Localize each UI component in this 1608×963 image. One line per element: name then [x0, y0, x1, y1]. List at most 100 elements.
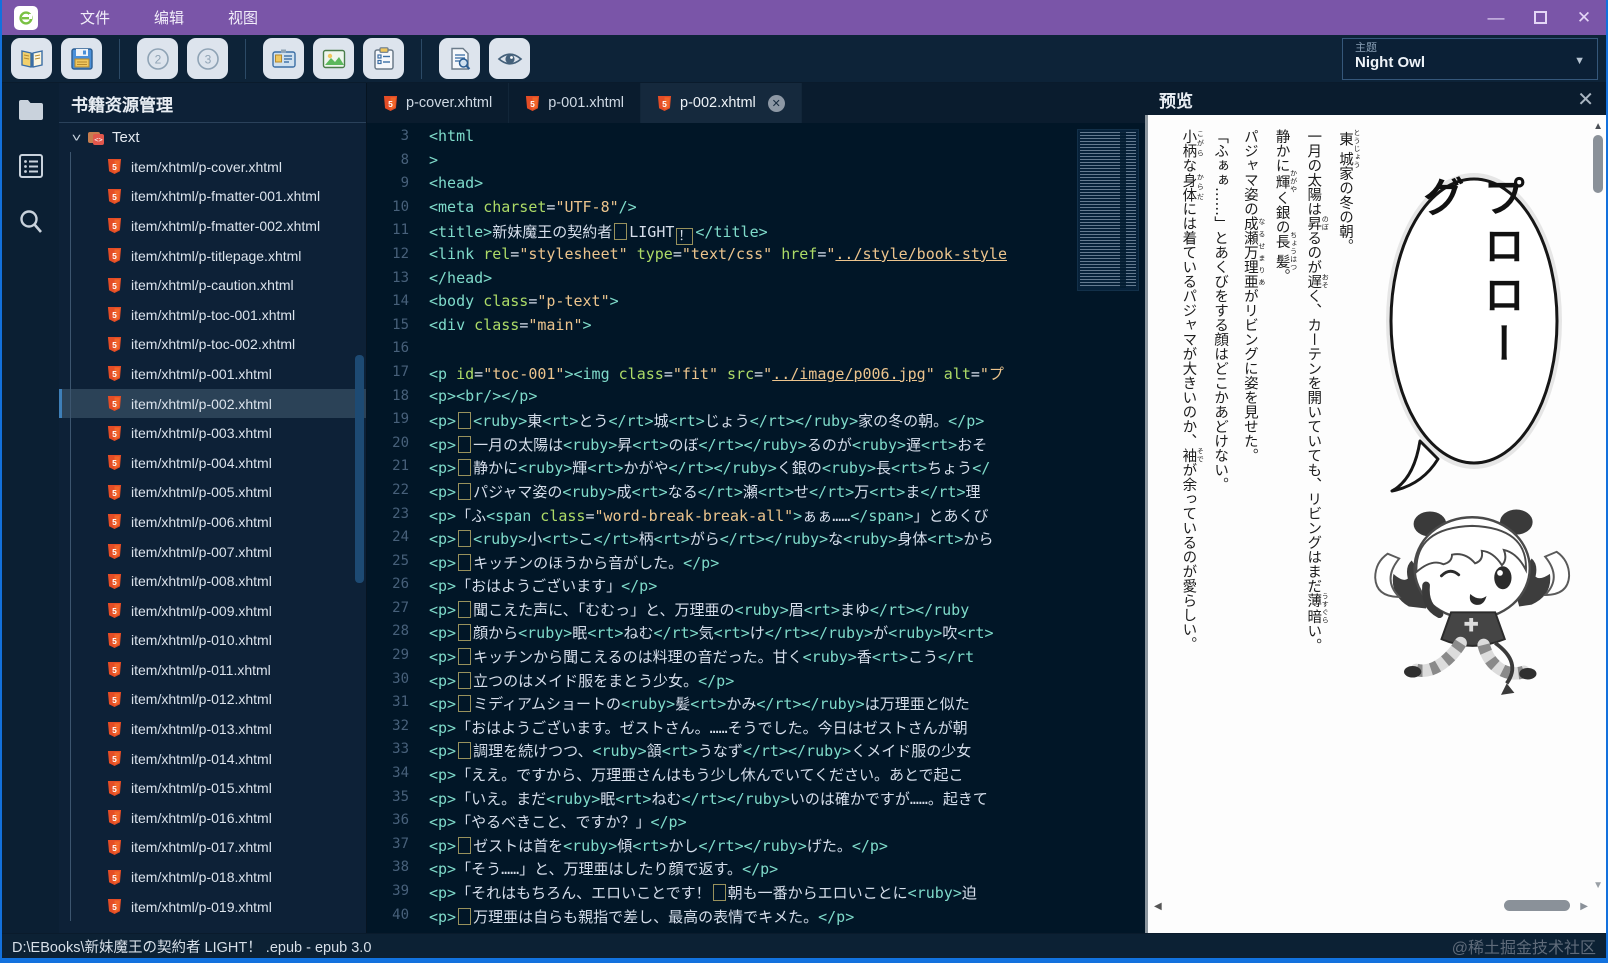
scroll-down-icon[interactable]: ▼ [1593, 880, 1603, 891]
insert-image-button[interactable] [313, 38, 354, 79]
maximize-button[interactable] [1518, 0, 1562, 35]
code-line[interactable]: 23 <p>「ふ<span class="word-break-break-all… [367, 505, 1145, 529]
tree-item[interactable]: 5 item/xhtml/p-019.xhtml [59, 892, 366, 922]
tree-item[interactable]: 5 item/xhtml/p-006.xhtml [59, 507, 366, 537]
tree-item[interactable]: 5 item/xhtml/p-007.xhtml [59, 537, 366, 567]
code-area[interactable]: 3 <html 8 >9 <head> 10 <meta charset="UTF-8"/>… [367, 123, 1145, 933]
line-number: 37 [392, 835, 409, 852]
code-line[interactable]: 21 <p> 静かに<ruby>輝<rt>かがや</rt></ruby>く銀の<ru… [367, 457, 1145, 481]
code-line[interactable]: 22 <p> パジャマ姿の<ruby>成<rt>なる</rt>瀬<rt>せ</rt>… [367, 481, 1145, 505]
code-text: <p id="toc-001"><img class="fit" src="..… [429, 363, 1145, 387]
tree-item[interactable]: 5 item/xhtml/p-003.xhtml [59, 418, 366, 448]
code-line[interactable]: 14 <body class="p-text"> [367, 292, 1145, 316]
tree-item[interactable]: 5 item/xhtml/p-titlepage.xhtml [59, 241, 366, 271]
tree-item[interactable]: 5 item/xhtml/p-011.xhtml [59, 655, 366, 685]
code-line[interactable]: 36 <p>「やるべきこと、ですか？」</p> [367, 811, 1145, 835]
code-line[interactable]: 10 <meta charset="UTF-8"/> [367, 198, 1145, 222]
tree-item[interactable]: 5 item/xhtml/p-008.xhtml [59, 566, 366, 596]
validate-document-button[interactable] [439, 38, 480, 79]
preview-hscrollbar[interactable] [1504, 900, 1570, 911]
metadata-list-icon[interactable] [16, 151, 46, 181]
tab-p-001[interactable]: 5 p-001.xhtml [509, 83, 641, 123]
code-line[interactable]: 39 <p>「それはもちろん、エロいことです！ 朝も一番からエロいことに<ruby>… [367, 882, 1145, 906]
code-line[interactable]: 30 <p> 立つのはメイド服をまとう少女。</p> [367, 670, 1145, 694]
tree-scrollbar[interactable] [355, 355, 364, 583]
code-line[interactable]: 35 <p>「いえ。まだ<ruby>眠<rt>ねむ</rt></ruby>いのは確… [367, 788, 1145, 812]
tree-item[interactable]: 5 item/xhtml/p-cover.xhtml [59, 152, 366, 182]
theme-selector[interactable]: 主题 Night Owl ▼ [1342, 38, 1598, 80]
code-line[interactable]: 9 <head> [367, 174, 1145, 198]
scroll-up-icon[interactable]: ▲ [1593, 121, 1603, 132]
code-line[interactable]: 3 <html [367, 127, 1145, 151]
code-line[interactable]: 24 <p> <ruby>小<rt>こ</rt>柄<rt>がら</rt></ruby… [367, 528, 1145, 552]
code-line[interactable]: 25 <p> キッチンのほうから音がした。</p> [367, 552, 1145, 576]
tree-item[interactable]: 5 item/xhtml/p-fmatter-002.xhtml [59, 211, 366, 241]
code-line[interactable]: 38 <p>「そう……」と、万理亜はしたり顔で返す。</p> [367, 858, 1145, 882]
scroll-right-icon[interactable]: ▶ [1580, 901, 1588, 912]
code-line[interactable]: 13 </head> [367, 269, 1145, 293]
circle-2-button[interactable]: 2 [137, 38, 178, 79]
code-line[interactable]: 18 <p><br/></p> [367, 387, 1145, 411]
code-line[interactable]: 8 > [367, 151, 1145, 175]
circle-3-button[interactable]: 3 [187, 38, 228, 79]
tree-item[interactable]: 5 item/xhtml/p-toc-001.xhtml [59, 300, 366, 330]
menu-edit[interactable]: 编辑 [154, 7, 184, 28]
id-card-button[interactable] [263, 38, 304, 79]
preview-eye-button[interactable] [489, 38, 530, 79]
tab-p-002[interactable]: 5 p-002.xhtml ✕ [641, 83, 802, 123]
code-line[interactable]: 19 <p> <ruby>東<rt>とう</rt>城<rt>じょう</rt></ru… [367, 410, 1145, 434]
minimize-button[interactable]: — [1474, 0, 1518, 35]
scroll-left-icon[interactable]: ◀ [1154, 901, 1162, 912]
preview-vscrollbar[interactable] [1593, 135, 1603, 193]
tree-item[interactable]: 5 item/xhtml/p-002.xhtml [59, 388, 366, 419]
code-line[interactable]: 27 <p> 聞こえた声に、「むむっ」と、万理亜の<ruby>眉<rt>まゆ</rt… [367, 599, 1145, 623]
code-line[interactable]: 31 <p> ミディアムショートの<ruby>髪<rt>かみ</rt></ruby>… [367, 693, 1145, 717]
code-line[interactable]: 20 <p> 一月の太陽は<ruby>昇<rt>のぼ</rt></ruby>るのが<… [367, 434, 1145, 458]
preview-title: 预览 [1159, 91, 1193, 111]
code-line[interactable]: 29 <p> キッチンから聞こえるのは料理の音だった。甘く<ruby>香<rt>こう… [367, 646, 1145, 670]
code-text: <p>「おはようございます。ゼストさん。……そうでした。今日はゼストさんが朝 [429, 717, 1145, 741]
tab-close-icon[interactable]: ✕ [767, 94, 785, 112]
tree-root-text[interactable]: ˅ <> Text [59, 123, 366, 152]
tree-item[interactable]: 5 item/xhtml/p-018.xhtml [59, 862, 366, 892]
code-line[interactable]: 26 <p>「おはようございます」</p> [367, 575, 1145, 599]
tree-item[interactable]: 5 item/xhtml/p-013.xhtml [59, 714, 366, 744]
tree-item[interactable]: 5 item/xhtml/p-015.xhtml [59, 773, 366, 803]
minimap[interactable] [1077, 129, 1139, 291]
clipboard-list-button[interactable] [363, 38, 404, 79]
tree-item[interactable]: 5 item/xhtml/p-005.xhtml [59, 478, 366, 508]
tree-item[interactable]: 5 item/xhtml/p-009.xhtml [59, 596, 366, 626]
tree-item[interactable]: 5 item/xhtml/p-014.xhtml [59, 744, 366, 774]
search-icon[interactable] [16, 207, 46, 237]
tree-item[interactable]: 5 item/xhtml/p-010.xhtml [59, 626, 366, 656]
code-line[interactable]: 40 <p> 万理亜は自らも親指で差し、最高の表情でキメた。</p> [367, 906, 1145, 930]
open-book-button[interactable] [11, 38, 52, 79]
code-line[interactable]: 37 <p> ゼストは首を<ruby>傾<rt>かし</rt></ruby>げた。<… [367, 835, 1145, 859]
menu-view[interactable]: 视图 [228, 7, 258, 28]
tree-item[interactable]: 5 item/xhtml/p-004.xhtml [59, 448, 366, 478]
tree-item[interactable]: 5 item/xhtml/p-012.xhtml [59, 685, 366, 715]
code-line[interactable]: 17 <p id="toc-001"><img class="fit" src="… [367, 363, 1145, 387]
code-line[interactable]: 15 <div class="main"> [367, 316, 1145, 340]
code-line[interactable]: 33 <p> 調理を続けつつ、<ruby>頷<rt>うなず</rt></ruby>く… [367, 740, 1145, 764]
code-line[interactable]: 12 <link rel="stylesheet" type="text/css"… [367, 245, 1145, 269]
tab-p-cover[interactable]: 5 p-cover.xhtml [367, 83, 510, 123]
save-button[interactable] [61, 38, 102, 79]
close-button[interactable]: ✕ [1562, 0, 1606, 35]
code-line[interactable]: 11 <title>新妹魔王の契約者 LIGHT！ </title> [367, 221, 1145, 245]
preview-close-icon[interactable]: ✕ [1577, 87, 1594, 112]
tree-item[interactable]: 5 item/xhtml/p-fmatter-001.xhtml [59, 182, 366, 212]
folder-icon[interactable] [16, 95, 46, 125]
tree-item[interactable]: 5 item/xhtml/p-caution.xhtml [59, 270, 366, 300]
tree-item[interactable]: 5 item/xhtml/p-toc-002.xhtml [59, 330, 366, 360]
code-line[interactable]: 32 <p>「おはようございます。ゼストさん。……そうでした。今日はゼストさんが朝 [367, 717, 1145, 741]
tree-item[interactable]: 5 item/xhtml/p-016.xhtml [59, 803, 366, 833]
code-line[interactable]: 28 <p> 顔から<ruby>眠<rt>ねむ</rt>気<rt>け</rt></r… [367, 622, 1145, 646]
code-token: "fit" [672, 364, 718, 383]
tree-item[interactable]: 5 item/xhtml/p-001.xhtml [59, 359, 366, 389]
menu-file[interactable]: 文件 [80, 7, 110, 28]
tree-item[interactable]: 5 item/xhtml/p-017.xhtml [59, 833, 366, 863]
code-line[interactable]: 16 [367, 339, 1145, 363]
code-line[interactable]: 34 <p>「ええ。ですから、万理亜さんはもう少し休んでいてください。あとで起こ [367, 764, 1145, 788]
